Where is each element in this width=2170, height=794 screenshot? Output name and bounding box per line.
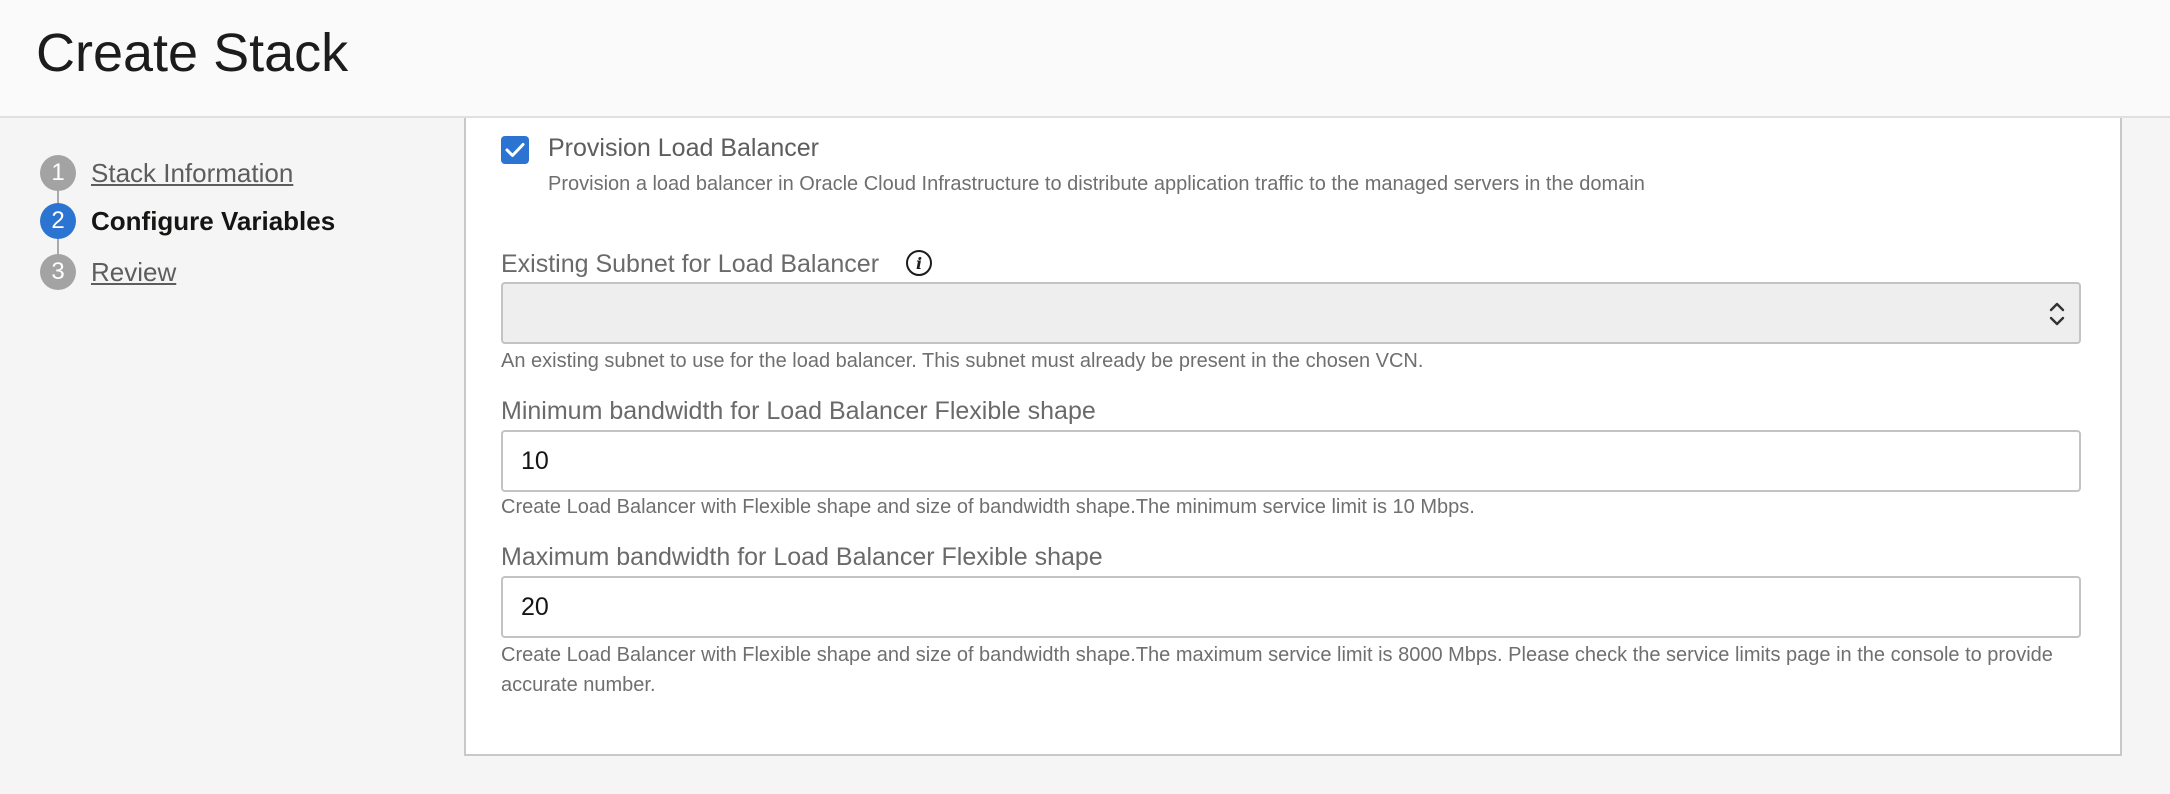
step-label[interactable]: Stack Information xyxy=(91,158,293,189)
step-number: 3 xyxy=(40,254,76,290)
info-icon[interactable]: i xyxy=(906,250,932,276)
max-bandwidth-label: Maximum bandwidth for Load Balancer Flex… xyxy=(501,543,1103,571)
subnet-help: An existing subnet to use for the load b… xyxy=(501,350,1424,372)
step-configure-variables: 2 Configure Variables xyxy=(40,203,335,239)
chevron-up-down-icon xyxy=(2049,302,2065,326)
subnet-label: Existing Subnet for Load Balancer xyxy=(501,250,880,278)
page-header: Create Stack xyxy=(0,0,2170,118)
provision-lb-checkbox[interactable] xyxy=(501,136,529,164)
page-title: Create Stack xyxy=(36,23,349,83)
subnet-select[interactable] xyxy=(501,282,2081,344)
max-bandwidth-input[interactable] xyxy=(501,576,2081,638)
step-number: 2 xyxy=(40,203,76,239)
provision-lb-description: Provision a load balancer in Oracle Clou… xyxy=(548,173,1645,195)
step-label[interactable]: Review xyxy=(91,257,176,288)
step-review[interactable]: 3 Review xyxy=(40,254,176,290)
checkmark-icon xyxy=(505,143,525,157)
step-label: Configure Variables xyxy=(91,205,336,236)
min-bandwidth-label: Minimum bandwidth for Load Balancer Flex… xyxy=(501,397,1096,425)
step-stack-information[interactable]: 1 Stack Information xyxy=(40,155,293,191)
min-bandwidth-input[interactable] xyxy=(501,430,2081,492)
provision-lb-label[interactable]: Provision Load Balancer xyxy=(548,134,819,163)
step-number: 1 xyxy=(40,155,76,191)
min-bandwidth-help: Create Load Balancer with Flexible shape… xyxy=(501,496,1475,518)
max-bandwidth-help: Create Load Balancer with Flexible shape… xyxy=(501,644,2053,696)
